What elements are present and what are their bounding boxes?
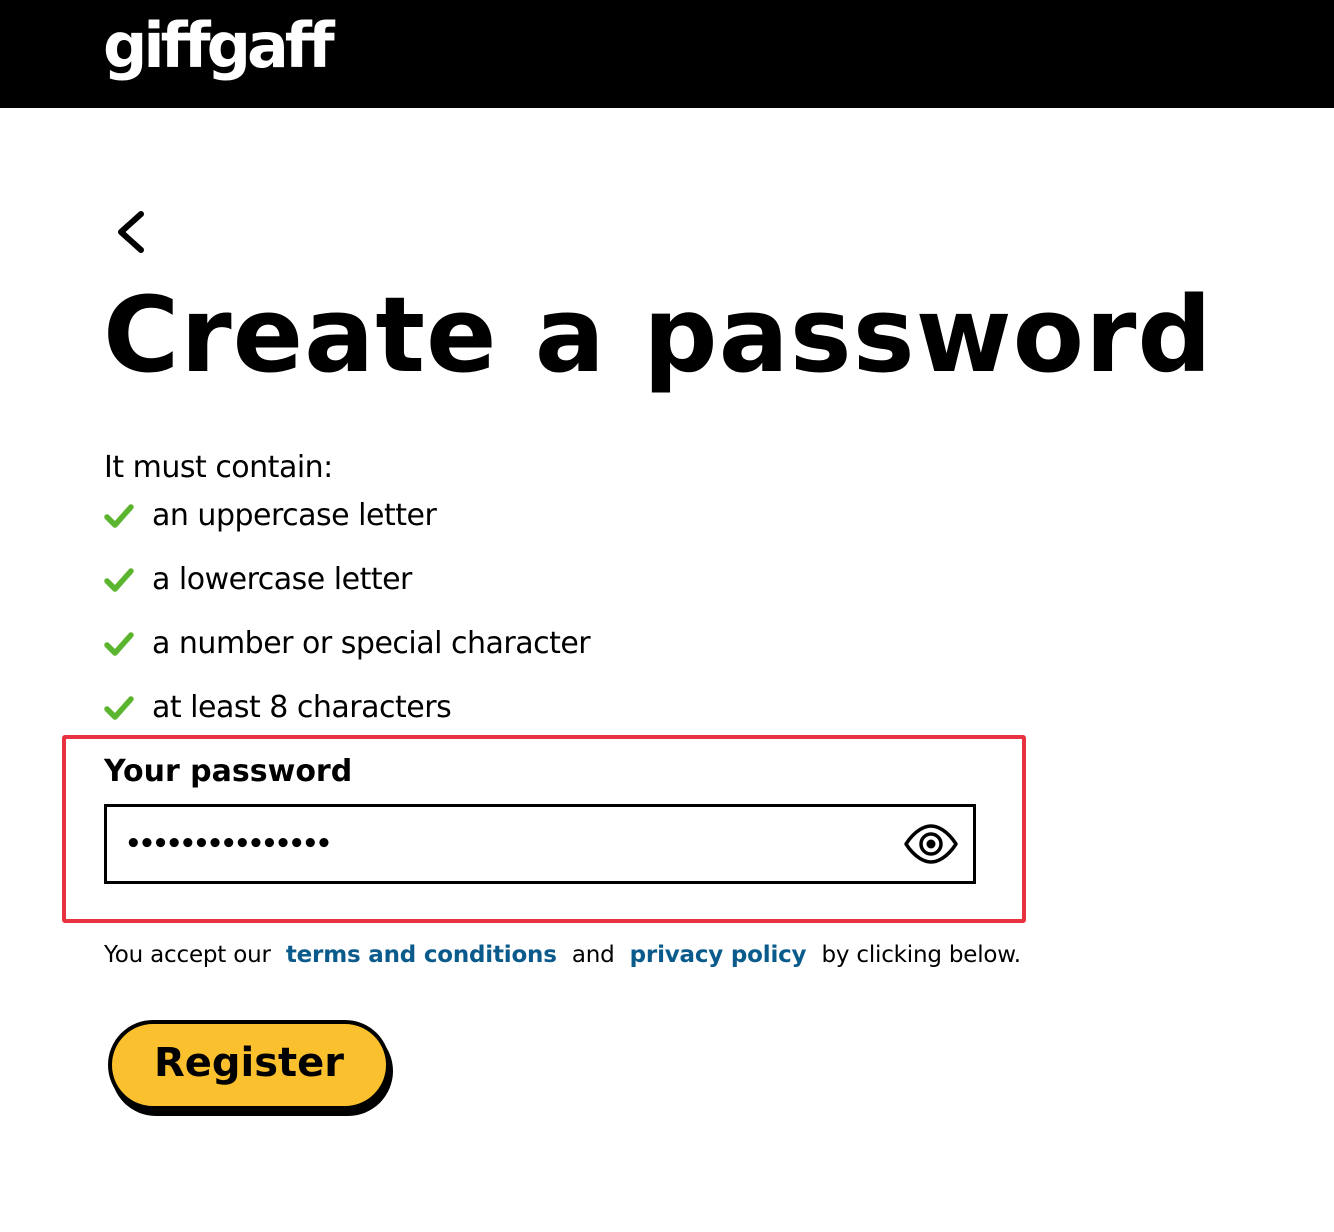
top-bar: giffgaff [0,0,1334,108]
back-button[interactable] [108,206,156,258]
checkmark-icon [104,560,136,600]
register-button[interactable]: Register [108,1020,390,1110]
show-password-toggle[interactable] [903,824,959,864]
requirements-list: an uppercase letter a lowercase letter a… [104,496,591,752]
legal-notice: You accept our terms and conditions and … [104,938,1021,972]
password-input[interactable]: ••••••••••••••• [104,804,976,884]
requirement-item: an uppercase letter [104,496,590,560]
password-masked-value: ••••••••••••••• [125,829,332,859]
legal-suffix: by clicking below. [821,942,1021,968]
terms-and-conditions-link[interactable]: terms and conditions [286,942,557,968]
checkmark-icon [104,496,136,536]
requirements-intro: It must contain: [104,450,333,485]
eye-icon [904,824,958,864]
checkmark-icon [104,688,136,728]
giffgaff-logo[interactable]: giffgaff [103,6,335,86]
password-label: Your password [104,754,353,789]
legal-conjunction: and [571,942,615,968]
requirement-label: a number or special character [152,626,591,661]
legal-prefix: You accept our [104,942,271,968]
requirement-label: at least 8 characters [152,690,452,725]
checkmark-icon [104,624,136,664]
requirement-label: a lowercase letter [152,562,412,597]
page-title: Create a password [103,274,1213,396]
requirement-item: a number or special character [104,624,591,688]
privacy-policy-link[interactable]: privacy policy [630,942,807,968]
chevron-left-icon [118,211,144,253]
requirement-label: an uppercase letter [152,498,437,533]
requirement-item: a lowercase letter [104,560,590,624]
